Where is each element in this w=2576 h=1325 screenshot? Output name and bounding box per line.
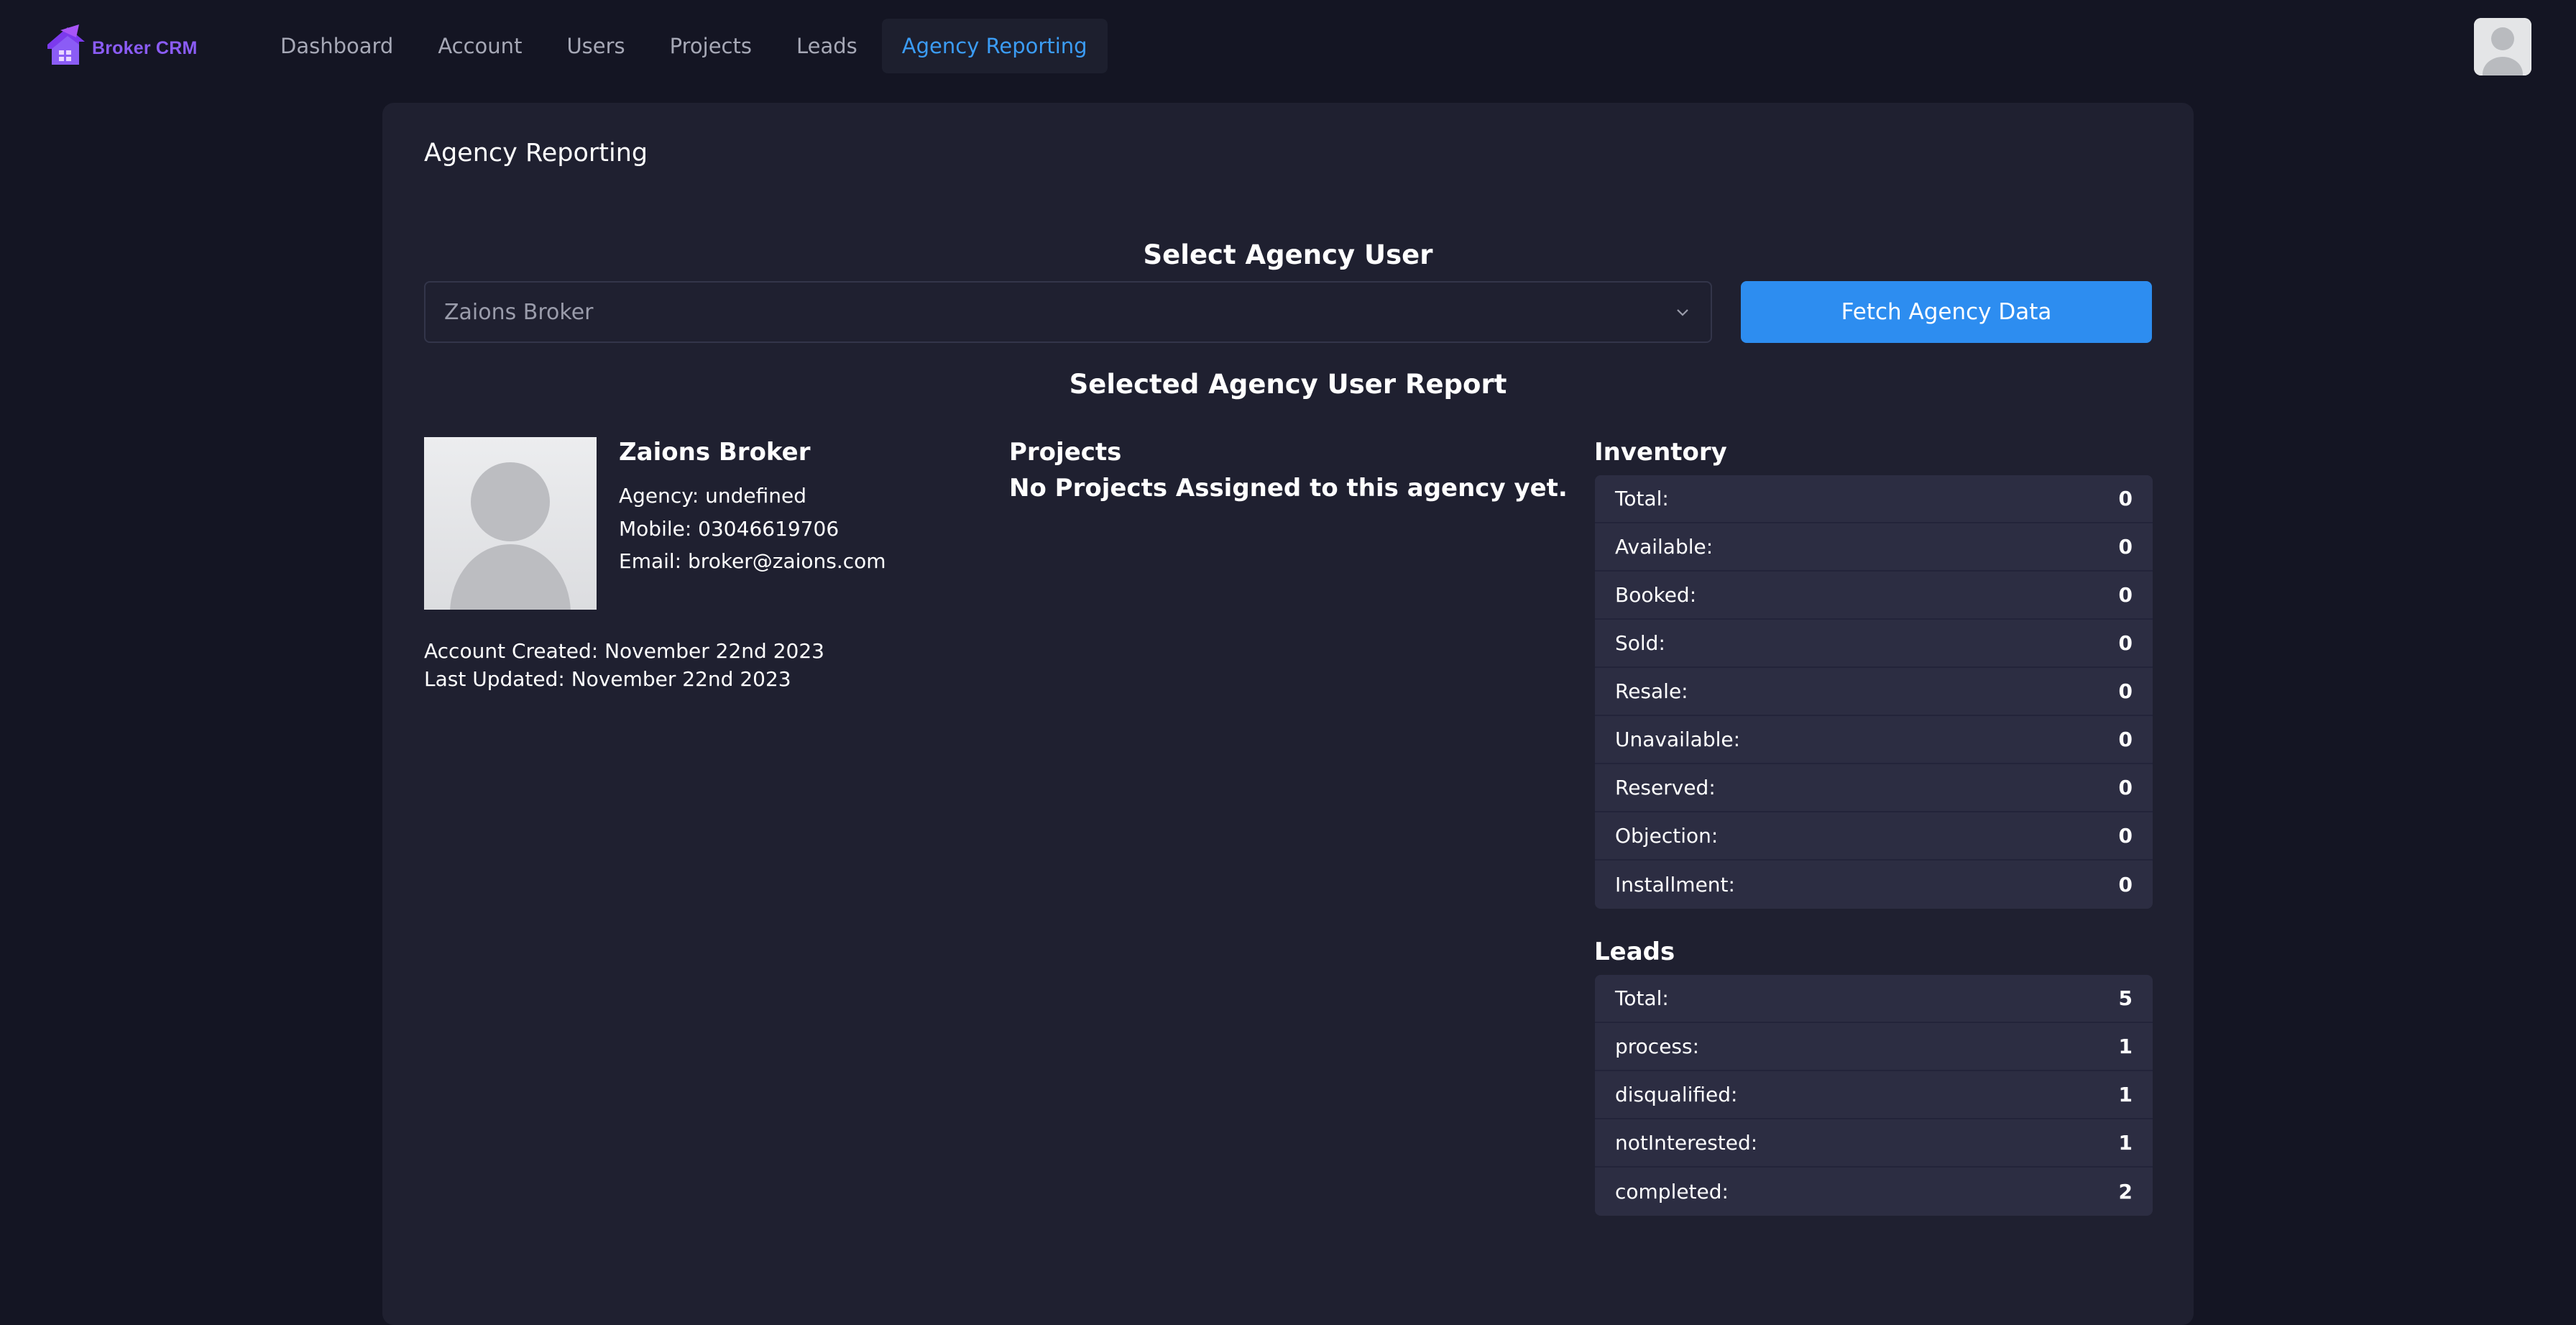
brand-logo[interactable]: Broker CRM [43, 23, 197, 73]
stat-value: 0 [2118, 728, 2133, 751]
account-created: Account Created: November 22nd 2023 [424, 639, 824, 663]
main-nav: Dashboard Account Users Projects Leads A… [260, 19, 1112, 73]
stat-value: 0 [2118, 873, 2133, 897]
list-item: Reserved: 0 [1595, 764, 2153, 812]
list-item: Installment: 0 [1595, 861, 2153, 909]
profile-mobile: Mobile: 03046619706 [619, 517, 840, 541]
last-updated: Last Updated: November 22nd 2023 [424, 667, 791, 691]
list-item: Total: 5 [1595, 975, 2153, 1023]
stat-value: 0 [2118, 631, 2133, 655]
profile-picture [424, 437, 597, 610]
list-item: Objection: 0 [1595, 812, 2153, 861]
stat-label: Installment: [1615, 873, 1735, 897]
stat-label: Total: [1615, 487, 1669, 510]
stat-value: 5 [2118, 986, 2133, 1010]
stat-label: Sold: [1615, 631, 1665, 655]
list-item: Unavailable: 0 [1595, 716, 2153, 764]
report-heading: Selected Agency User Report [1069, 369, 1507, 400]
list-item: Sold: 0 [1595, 620, 2153, 668]
stat-label: Unavailable: [1615, 728, 1741, 751]
profile-email: Email: broker@zaions.com [619, 549, 886, 573]
list-item: Resale: 0 [1595, 668, 2153, 716]
agency-user-select[interactable]: Zaions Broker [424, 281, 1712, 343]
nav-agency-reporting[interactable]: Agency Reporting [881, 19, 1108, 73]
stat-label: process: [1615, 1035, 1700, 1058]
profile-agency: Agency: undefined [619, 484, 807, 508]
nav-account[interactable]: Account [418, 19, 542, 73]
inventory-title: Inventory [1594, 438, 1727, 467]
leads-title: Leads [1594, 937, 1675, 966]
list-item: Available: 0 [1595, 523, 2153, 572]
stat-label: Total: [1615, 986, 1669, 1010]
stat-label: Reserved: [1615, 776, 1716, 799]
stat-label: Booked: [1615, 583, 1697, 607]
stat-value: 0 [2118, 824, 2133, 848]
projects-title: Projects [1009, 438, 1122, 467]
stat-value: 2 [2118, 1180, 2133, 1203]
stat-value: 0 [2118, 583, 2133, 607]
stat-label: Objection: [1615, 824, 1719, 848]
stat-value: 1 [2118, 1035, 2133, 1058]
list-item: notInterested: 1 [1595, 1119, 2153, 1168]
report-card: Agency Reporting Select Agency User Zaio… [382, 103, 2194, 1325]
nav-dashboard[interactable]: Dashboard [260, 19, 413, 73]
stat-label: notInterested: [1615, 1131, 1758, 1155]
leads-list: Total: 5 process: 1 disqualified: 1 notInte… [1595, 975, 2153, 1216]
top-navbar: Broker CRM Dashboard Account Users Proje… [0, 0, 2576, 93]
brand-name: Broker CRM [92, 37, 198, 58]
user-avatar-icon [2474, 18, 2531, 75]
list-item: Booked: 0 [1595, 572, 2153, 620]
stat-value: 0 [2118, 535, 2133, 559]
user-avatar-icon [424, 437, 597, 610]
agency-user-select-value: Zaions Broker [444, 299, 594, 325]
nav-users[interactable]: Users [546, 19, 645, 73]
profile-name: Zaions Broker [619, 438, 811, 467]
stat-value: 0 [2118, 679, 2133, 703]
list-item: completed: 2 [1595, 1168, 2153, 1216]
fetch-agency-data-button[interactable]: Fetch Agency Data [1741, 281, 2152, 343]
list-item: Total: 0 [1595, 475, 2153, 523]
house-logo-icon [43, 23, 88, 73]
stat-value: 1 [2118, 1083, 2133, 1106]
select-agency-heading: Select Agency User [1143, 239, 1433, 270]
stat-label: disqualified: [1615, 1083, 1738, 1106]
stat-value: 0 [2118, 776, 2133, 799]
page-title: Agency Reporting [424, 139, 648, 168]
stat-value: 1 [2118, 1131, 2133, 1155]
list-item: disqualified: 1 [1595, 1071, 2153, 1119]
inventory-list: Total: 0 Available: 0 Booked: 0 Sold: 0 Resa… [1595, 475, 2153, 909]
stat-label: Resale: [1615, 679, 1688, 703]
nav-projects[interactable]: Projects [650, 19, 772, 73]
list-item: process: 1 [1595, 1023, 2153, 1071]
stat-label: Available: [1615, 535, 1714, 559]
user-avatar-button[interactable] [2474, 18, 2531, 75]
stat-label: completed: [1615, 1180, 1729, 1203]
nav-leads[interactable]: Leads [776, 19, 878, 73]
chevron-down-icon [1673, 303, 1692, 321]
stat-value: 0 [2118, 487, 2133, 510]
projects-empty-message: No Projects Assigned to this agency yet. [1009, 474, 1568, 503]
